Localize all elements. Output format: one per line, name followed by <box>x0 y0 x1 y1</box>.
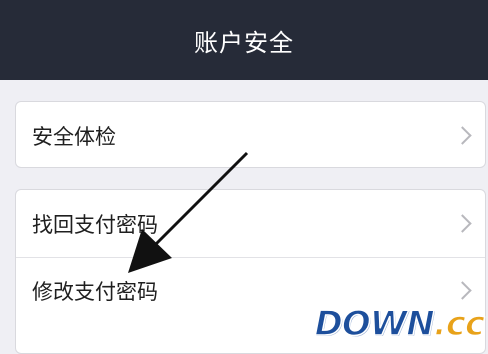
chevron-right-icon <box>453 213 472 233</box>
nav-bar: 账户安全 <box>0 0 488 80</box>
page-title: 账户安全 <box>194 28 294 57</box>
list-item-security-check[interactable]: 安全体检 <box>16 102 485 169</box>
watermark-dot: . <box>433 303 447 345</box>
security-check-card: 安全体检 <box>15 101 486 168</box>
chevron-right-icon <box>453 125 472 145</box>
watermark-logo: DOWN. cc <box>314 303 486 345</box>
list-item-label: 安全体检 <box>32 124 116 149</box>
watermark-text: DOWN <box>314 303 436 345</box>
list-item-recover-payment-password[interactable]: 找回支付密码 <box>16 190 485 257</box>
list-item-label: 修改支付密码 <box>32 280 158 304</box>
watermark-suffix: cc <box>445 303 486 345</box>
list-item-label: 找回支付密码 <box>32 212 158 237</box>
chevron-right-icon <box>453 281 472 300</box>
